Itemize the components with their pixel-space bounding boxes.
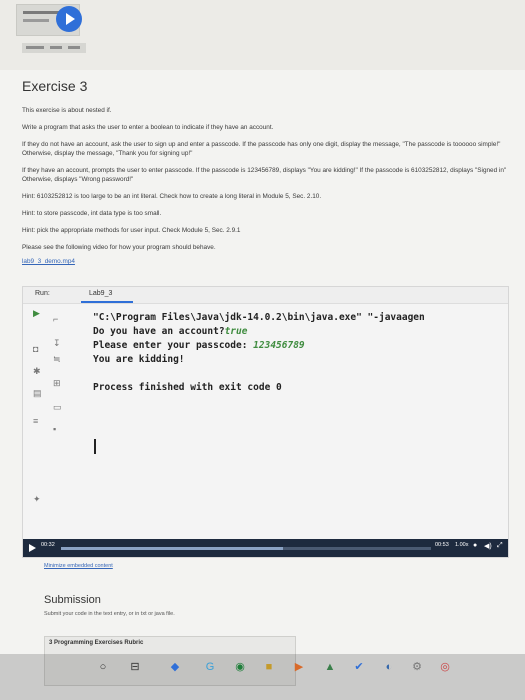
wrench-icon: ⌐ xyxy=(53,314,59,324)
hint-text: Hint: pick the appropriate methods for u… xyxy=(22,227,241,234)
rerun-icon: ▶ xyxy=(33,308,40,318)
submission-heading: Submission xyxy=(44,594,101,606)
stop-icon: ↧ xyxy=(53,338,61,348)
exercise-paragraph: If they have an account, prompts the use… xyxy=(22,167,507,183)
minimize-embedded-link[interactable]: Minimize embedded content xyxy=(44,563,113,569)
user-input: true xyxy=(224,326,248,337)
total-time: 00:53 xyxy=(435,542,449,548)
task-view-icon[interactable]: ⊟ xyxy=(128,660,142,674)
play-icon[interactable] xyxy=(56,6,82,32)
ide-right-gutter: ⌐ ↧ ≒ ⊞ ▭ ▪ xyxy=(53,307,69,487)
progress-bar[interactable] xyxy=(61,547,431,550)
thumbnail-segment xyxy=(50,46,62,49)
tab-underline xyxy=(81,301,133,303)
app-icon-6[interactable]: ◎ xyxy=(438,660,452,674)
current-time: 00:32 xyxy=(41,542,55,548)
play-icon[interactable] xyxy=(29,544,36,552)
app-icon[interactable]: ◉ xyxy=(233,660,247,674)
text-cursor xyxy=(94,439,96,454)
dot-icon[interactable]: ● xyxy=(473,542,477,549)
fullscreen-icon[interactable]: ⤢ xyxy=(497,542,503,550)
console-line: Process finished with exit code 0 xyxy=(93,382,282,393)
print-icon: ▭ xyxy=(53,402,62,412)
top-thumbnail-strip xyxy=(0,0,525,70)
edge-icon[interactable]: G xyxy=(203,660,217,674)
app-icon-4[interactable]: ✔ xyxy=(352,660,366,674)
progress-fill xyxy=(61,547,283,550)
thumbnail-segment xyxy=(26,46,44,49)
browser-icon[interactable]: ◆ xyxy=(168,660,182,674)
app-icon-2[interactable]: ▶ xyxy=(292,660,306,674)
ide-left-gutter: ▶ ◘ ✱ ▤ ≡ ✦ xyxy=(33,307,45,504)
run-tab: Lab9_3 xyxy=(89,290,113,297)
wrap-icon: ≒ xyxy=(53,354,61,364)
submission-text: Submit your code in the text entry, or i… xyxy=(44,611,175,617)
rubric-label: 3 Programming Exercises Rubric xyxy=(49,640,144,646)
video-player[interactable]: Run: Lab9_3 ▶ ◘ ✱ ▤ ≡ ✦ ⌐ ↧ ≒ ⊞ ▭ ▪ "C:\… xyxy=(22,286,509,558)
exercise-content: Exercise 3 This exercise is about nested… xyxy=(22,78,512,265)
exercise-paragraph: If they do not have an account, ask the … xyxy=(22,141,501,157)
speed-control[interactable]: 1.00x xyxy=(455,542,468,548)
video-file-link[interactable]: lab9_3_demo.mp4 xyxy=(22,258,512,265)
console-line: You are kidding! xyxy=(93,354,185,365)
exercise-paragraph: This exercise is about nested if. xyxy=(22,107,112,114)
folder-icon[interactable]: ■ xyxy=(262,660,276,674)
camera-icon: ◘ xyxy=(33,344,39,354)
hint-text: Hint: to store passcode, int data type i… xyxy=(22,210,162,217)
console-line: Please enter your passcode: xyxy=(93,340,254,351)
scroll-icon: ⊞ xyxy=(53,378,61,388)
console-line: "C:\Program Files\Java\jdk-14.0.2\bin\ja… xyxy=(93,312,425,323)
app-icon-3[interactable]: ▲ xyxy=(323,660,337,674)
thumbnail-bar xyxy=(22,43,86,53)
app-icon-5[interactable]: ◐ xyxy=(382,660,396,674)
user-input: 123456789 xyxy=(253,340,305,351)
layout-icon: ▤ xyxy=(33,388,42,398)
hint-text: Hint: 6103252812 is too large to be an i… xyxy=(22,193,322,200)
console-output: "C:\Program Files\Java\jdk-14.0.2\bin\ja… xyxy=(93,311,425,395)
ide-run-bar: Run: Lab9_3 xyxy=(23,287,508,304)
delete-icon: ▪ xyxy=(53,424,57,434)
settings-icon: ≡ xyxy=(33,416,39,426)
gear-icon: ✱ xyxy=(33,366,41,376)
pin-icon: ✦ xyxy=(33,494,41,504)
run-label: Run: xyxy=(35,290,50,297)
video-controls: 00:32 00:53 1.00x ● ◀) ⤢ xyxy=(23,539,508,557)
exercise-paragraph: Write a program that asks the user to en… xyxy=(22,124,274,131)
thumbnail-line xyxy=(23,19,49,22)
thumbnail-segment xyxy=(68,46,80,49)
volume-icon[interactable]: ◀) xyxy=(484,542,492,550)
exercise-paragraph: Please see the following video for how y… xyxy=(22,244,216,251)
console-line: Do you have an account? xyxy=(93,326,225,337)
exercise-title: Exercise 3 xyxy=(22,78,88,94)
settings-icon[interactable]: ⚙ xyxy=(410,660,424,674)
search-icon[interactable]: ○ xyxy=(96,660,110,674)
